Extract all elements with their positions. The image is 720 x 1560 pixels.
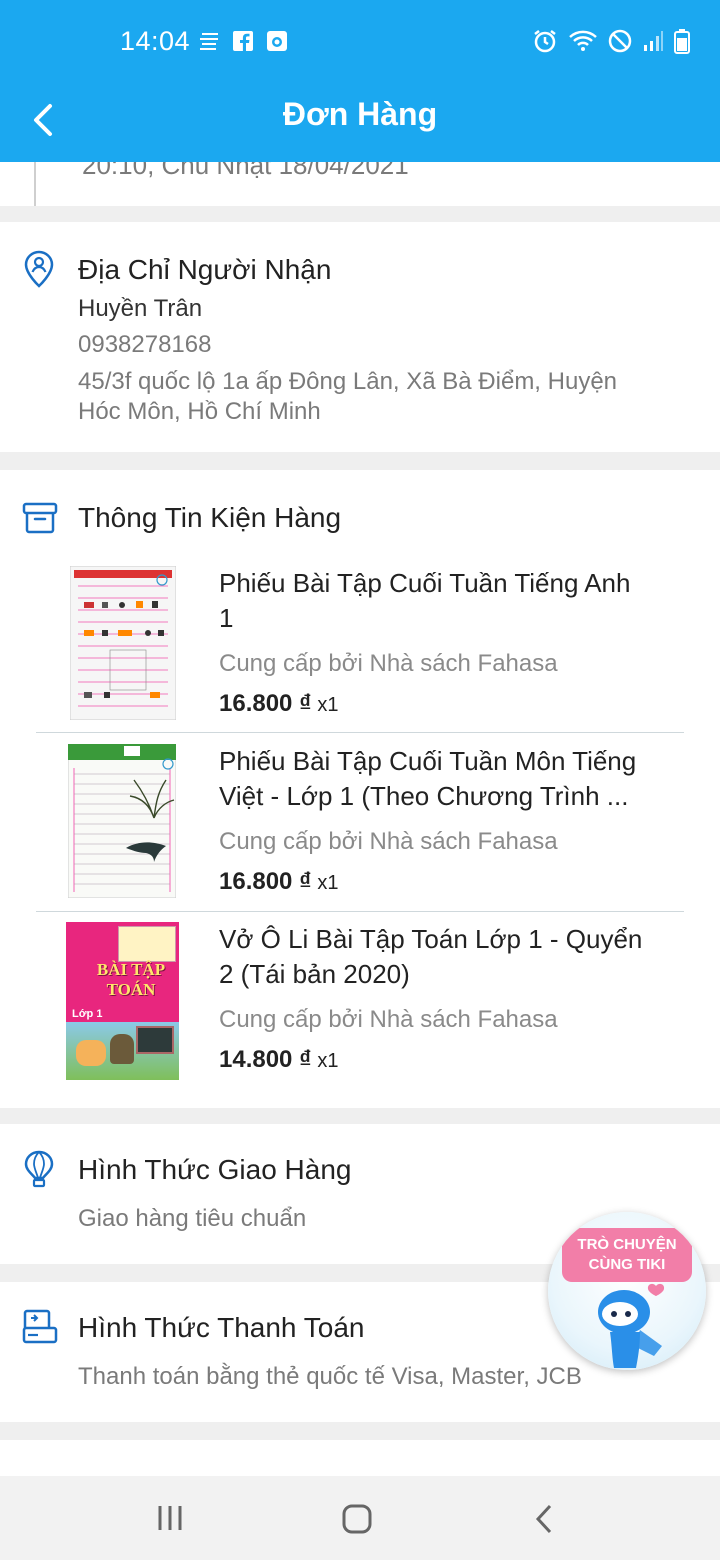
facebook-icon (233, 31, 253, 51)
do-not-disturb-icon (608, 29, 632, 53)
product-name-line1: Phiếu Bài Tập Cuối Tuần Môn Tiếng (219, 746, 637, 776)
next-section (0, 1440, 720, 1476)
product-price: 16.800 ₫ x1 (219, 690, 339, 718)
location-pin-icon (24, 250, 54, 288)
chat-with-tiki-button[interactable]: TRÒ CHUYỆN CÙNG TIKI (548, 1212, 706, 1370)
chat-label: TRÒ CHUYỆN CÙNG TIKI (562, 1228, 692, 1282)
price-value: 16.800 ₫ (219, 690, 312, 717)
product-thumbnail (70, 566, 176, 720)
status-time: 14:04 (120, 26, 191, 56)
system-nav-bar (0, 1476, 720, 1560)
recipient-title: Địa Chỉ Người Nhận (78, 254, 332, 285)
recipient-address-line1: 45/3f quốc lộ 1a ấp Đông Lân, Xã Bà Điểm… (78, 368, 618, 395)
package-item[interactable]: BÀI TẬP TOÁN Lớp 1 Vở Ô Li Bài Tập Toán … (36, 916, 684, 1088)
alarm-icon (534, 30, 556, 53)
recipient-phone: 0938278168 (78, 331, 212, 358)
product-seller: Cung cấp bởi Nhà sách Fahasa (219, 1006, 558, 1033)
cover-grade: Lớp 1 (72, 1008, 103, 1020)
product-seller: Cung cấp bởi Nhà sách Fahasa (219, 828, 558, 855)
battery-icon (674, 29, 690, 54)
notification-lines-icon (200, 33, 218, 50)
recipient-name: Huyền Trân (78, 295, 203, 322)
cover-kids (76, 1040, 106, 1066)
payment-title: Hình Thức Thanh Toán (78, 1312, 365, 1343)
product-thumbnail (68, 744, 176, 898)
product-qty: x1 (317, 872, 339, 894)
recent-apps-icon[interactable] (154, 1502, 186, 1534)
shipping-title: Hình Thức Giao Hàng (78, 1154, 352, 1185)
page-title: Đơn Hàng (282, 96, 438, 132)
home-icon[interactable] (340, 1502, 374, 1536)
product-name-line2: Việt - Lớp 1 (Theo Chương Trình ... (219, 781, 629, 811)
product-name-line2: 1 (219, 603, 234, 633)
price-value: 14.800 ₫ (219, 1046, 312, 1073)
product-seller: Cung cấp bởi Nhà sách Fahasa (219, 650, 558, 677)
product-name-line1: Phiếu Bài Tập Cuối Tuần Tiếng Anh (219, 568, 631, 598)
product-name-line1: Vở Ô Li Bài Tập Toán Lớp 1 - Quyển (219, 924, 643, 954)
chat-label-line2: CÙNG TIKI (588, 1256, 666, 1273)
camera-app-icon (267, 31, 287, 51)
item-divider (36, 911, 684, 912)
timeline-line (34, 162, 36, 206)
product-qty: x1 (317, 694, 339, 716)
hot-air-balloon-icon (24, 1150, 54, 1188)
payment-value: Thanh toán bằng thẻ quốc tế Visa, Master… (78, 1363, 582, 1390)
cover-chalkboard (136, 1026, 174, 1054)
product-price: 14.800 ₫ x1 (219, 1046, 339, 1074)
recipient-address-line2: Hóc Môn, Hồ Chí Minh (78, 398, 321, 425)
product-thumbnail: BÀI TẬP TOÁN Lớp 1 (66, 922, 179, 1080)
cover-character (110, 1034, 134, 1064)
package-title: Thông Tin Kiện Hàng (78, 502, 342, 533)
order-time: 20:10, Chủ Nhật 18/04/2021 (82, 162, 409, 180)
package-box-icon (22, 502, 58, 534)
cover-title: BÀI TẬP TOÁN (96, 960, 166, 999)
cover-label-box (118, 926, 176, 962)
package-section: Thông Tin Kiện Hàng Phiếu Bài Tập Cuối T… (0, 470, 720, 1108)
order-status-section: 20:10, Chủ Nhật 18/04/2021 (0, 162, 720, 206)
recipient-section: Địa Chỉ Người Nhận Huyền Trân 0938278168… (0, 222, 720, 452)
app-header: Đơn Hàng (0, 80, 720, 162)
signal-icon (644, 31, 663, 51)
tiki-mascot-icon (598, 1283, 665, 1368)
shipping-value: Giao hàng tiêu chuẩn (78, 1205, 307, 1232)
package-item[interactable]: Phiếu Bài Tập Cuối Tuần Môn Tiếng Việt -… (36, 738, 684, 910)
product-qty: x1 (317, 1050, 339, 1072)
status-bar: 14:04 (0, 0, 720, 80)
price-value: 16.800 ₫ (219, 868, 312, 895)
package-item[interactable]: Phiếu Bài Tập Cuối Tuần Tiếng Anh 1 Cung… (36, 560, 684, 730)
chat-label-line1: TRÒ CHUYỆN (577, 1236, 677, 1253)
item-divider (36, 732, 684, 733)
system-back-icon[interactable] (530, 1502, 560, 1536)
product-price: 16.800 ₫ x1 (219, 868, 339, 896)
wifi-icon (569, 30, 597, 51)
payment-card-icon (22, 1309, 58, 1344)
product-name-line2: 2 (Tái bản 2020) (219, 959, 410, 989)
